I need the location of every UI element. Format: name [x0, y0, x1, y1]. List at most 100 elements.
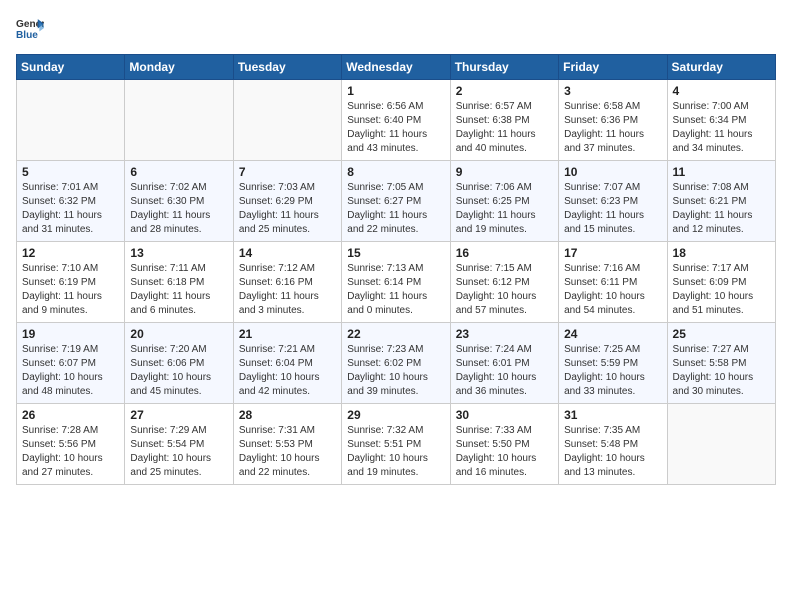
day-info: Sunrise: 7:16 AMSunset: 6:11 PMDaylight:…	[564, 262, 661, 318]
day-number: 27	[130, 408, 227, 422]
day-number: 30	[456, 408, 553, 422]
day-number: 17	[564, 246, 661, 260]
day-of-week-header: Monday	[125, 55, 233, 80]
day-number: 14	[239, 246, 336, 260]
day-info: Sunrise: 7:29 AMSunset: 5:54 PMDaylight:…	[130, 424, 227, 480]
calendar-cell: 5 Sunrise: 7:01 AMSunset: 6:32 PMDaylight…	[17, 161, 125, 242]
calendar-cell: 30Sunrise: 7:33 AMSunset: 5:50 PMDayligh…	[450, 404, 558, 485]
day-number: 9	[456, 165, 553, 179]
calendar-cell: 4 Sunrise: 7:00 AMSunset: 6:34 PMDaylight…	[667, 80, 775, 161]
day-info: Sunrise: 7:27 AMSunset: 5:58 PMDaylight:…	[673, 343, 770, 399]
day-info: Sunrise: 7:17 AMSunset: 6:09 PMDaylight:…	[673, 262, 770, 318]
day-info: Sunrise: 7:31 AMSunset: 5:53 PMDaylight:…	[239, 424, 336, 480]
calendar-cell	[667, 404, 775, 485]
calendar-cell: 21 Sunrise: 7:21 AMSunset: 6:04 PMDayligh…	[233, 323, 341, 404]
day-number: 7	[239, 165, 336, 179]
calendar-cell: 17 Sunrise: 7:16 AMSunset: 6:11 PMDayligh…	[559, 242, 667, 323]
day-info: Sunrise: 7:20 AMSunset: 6:06 PMDaylight:…	[130, 343, 227, 399]
day-info: Sunrise: 7:07 AMSunset: 6:23 PMDaylight:…	[564, 181, 661, 237]
day-info: Sunrise: 7:35 AMSunset: 5:48 PMDaylight:…	[564, 424, 661, 480]
day-info: Sunrise: 7:08 AMSunset: 6:21 PMDaylight:…	[673, 181, 770, 237]
calendar-cell: 16 Sunrise: 7:15 AMSunset: 6:12 PMDayligh…	[450, 242, 558, 323]
day-number: 13	[130, 246, 227, 260]
day-number: 12	[22, 246, 119, 260]
calendar-cell	[17, 80, 125, 161]
calendar-cell	[125, 80, 233, 161]
calendar-cell: 26Sunrise: 7:28 AMSunset: 5:56 PMDayligh…	[17, 404, 125, 485]
logo: General Blue	[16, 16, 44, 44]
day-info: Sunrise: 7:02 AMSunset: 6:30 PMDaylight:…	[130, 181, 227, 237]
calendar-cell: 8 Sunrise: 7:05 AMSunset: 6:27 PMDaylight…	[342, 161, 450, 242]
day-number: 31	[564, 408, 661, 422]
day-of-week-header: Thursday	[450, 55, 558, 80]
calendar-cell: 29 Sunrise: 7:32 AMSunset: 5:51 PMDayligh…	[342, 404, 450, 485]
day-number: 8	[347, 165, 444, 179]
day-info: Sunrise: 7:28 AMSunset: 5:56 PMDaylight:…	[22, 424, 119, 480]
calendar-cell	[233, 80, 341, 161]
calendar-cell: 27 Sunrise: 7:29 AMSunset: 5:54 PMDayligh…	[125, 404, 233, 485]
day-number: 22	[347, 327, 444, 341]
calendar-cell: 23 Sunrise: 7:24 AMSunset: 6:01 PMDayligh…	[450, 323, 558, 404]
day-info: Sunrise: 7:12 AMSunset: 6:16 PMDaylight:…	[239, 262, 336, 318]
day-info: Sunrise: 7:23 AMSunset: 6:02 PMDaylight:…	[347, 343, 444, 399]
day-info: Sunrise: 7:01 AMSunset: 6:32 PMDaylight:…	[22, 181, 119, 237]
calendar-cell: 10Sunrise: 7:07 AMSunset: 6:23 PMDayligh…	[559, 161, 667, 242]
day-of-week-header: Saturday	[667, 55, 775, 80]
day-info: Sunrise: 6:56 AMSunset: 6:40 PMDaylight:…	[347, 100, 444, 156]
day-number: 28	[239, 408, 336, 422]
calendar-table: SundayMondayTuesdayWednesdayThursdayFrid…	[16, 54, 776, 485]
day-info: Sunrise: 7:05 AMSunset: 6:27 PMDaylight:…	[347, 181, 444, 237]
day-number: 24	[564, 327, 661, 341]
day-of-week-header: Tuesday	[233, 55, 341, 80]
day-number: 23	[456, 327, 553, 341]
calendar-cell: 31 Sunrise: 7:35 AMSunset: 5:48 PMDayligh…	[559, 404, 667, 485]
day-number: 4	[673, 84, 770, 98]
calendar-cell: 11 Sunrise: 7:08 AMSunset: 6:21 PMDayligh…	[667, 161, 775, 242]
svg-text:Blue: Blue	[16, 30, 38, 41]
day-number: 19	[22, 327, 119, 341]
calendar-cell: 1Sunrise: 6:56 AMSunset: 6:40 PMDaylight…	[342, 80, 450, 161]
day-info: Sunrise: 7:10 AMSunset: 6:19 PMDaylight:…	[22, 262, 119, 318]
day-info: Sunrise: 7:21 AMSunset: 6:04 PMDaylight:…	[239, 343, 336, 399]
day-info: Sunrise: 7:24 AMSunset: 6:01 PMDaylight:…	[456, 343, 553, 399]
day-info: Sunrise: 6:58 AMSunset: 6:36 PMDaylight:…	[564, 100, 661, 156]
calendar-cell: 9 Sunrise: 7:06 AMSunset: 6:25 PMDaylight…	[450, 161, 558, 242]
day-info: Sunrise: 7:00 AMSunset: 6:34 PMDaylight:…	[673, 100, 770, 156]
day-number: 15	[347, 246, 444, 260]
day-info: Sunrise: 7:32 AMSunset: 5:51 PMDaylight:…	[347, 424, 444, 480]
calendar-cell: 25 Sunrise: 7:27 AMSunset: 5:58 PMDayligh…	[667, 323, 775, 404]
calendar-cell: 15Sunrise: 7:13 AMSunset: 6:14 PMDayligh…	[342, 242, 450, 323]
calendar-cell: 6Sunrise: 7:02 AMSunset: 6:30 PMDaylight…	[125, 161, 233, 242]
day-info: Sunrise: 7:19 AMSunset: 6:07 PMDaylight:…	[22, 343, 119, 399]
day-number: 29	[347, 408, 444, 422]
calendar-cell: 3 Sunrise: 6:58 AMSunset: 6:36 PMDaylight…	[559, 80, 667, 161]
day-number: 5	[22, 165, 119, 179]
calendar-header-row: SundayMondayTuesdayWednesdayThursdayFrid…	[17, 55, 776, 80]
calendar-cell: 28 Sunrise: 7:31 AMSunset: 5:53 PMDayligh…	[233, 404, 341, 485]
day-number: 3	[564, 84, 661, 98]
calendar-cell: 18Sunrise: 7:17 AMSunset: 6:09 PMDayligh…	[667, 242, 775, 323]
day-of-week-header: Sunday	[17, 55, 125, 80]
calendar-cell: 20Sunrise: 7:20 AMSunset: 6:06 PMDayligh…	[125, 323, 233, 404]
day-info: Sunrise: 6:57 AMSunset: 6:38 PMDaylight:…	[456, 100, 553, 156]
calendar-cell: 13 Sunrise: 7:11 AMSunset: 6:18 PMDayligh…	[125, 242, 233, 323]
calendar-cell: 14 Sunrise: 7:12 AMSunset: 6:16 PMDayligh…	[233, 242, 341, 323]
calendar-week-row: 12 Sunrise: 7:10 AMSunset: 6:19 PMDayligh…	[17, 242, 776, 323]
calendar-cell: 7 Sunrise: 7:03 AMSunset: 6:29 PMDaylight…	[233, 161, 341, 242]
day-info: Sunrise: 7:03 AMSunset: 6:29 PMDaylight:…	[239, 181, 336, 237]
day-number: 25	[673, 327, 770, 341]
day-info: Sunrise: 7:06 AMSunset: 6:25 PMDaylight:…	[456, 181, 553, 237]
calendar-cell: 24 Sunrise: 7:25 AMSunset: 5:59 PMDayligh…	[559, 323, 667, 404]
calendar-cell: 19 Sunrise: 7:19 AMSunset: 6:07 PMDayligh…	[17, 323, 125, 404]
logo-icon: General Blue	[16, 16, 44, 44]
day-info: Sunrise: 7:25 AMSunset: 5:59 PMDaylight:…	[564, 343, 661, 399]
calendar-cell: 2Sunrise: 6:57 AMSunset: 6:38 PMDaylight…	[450, 80, 558, 161]
day-info: Sunrise: 7:11 AMSunset: 6:18 PMDaylight:…	[130, 262, 227, 318]
calendar-cell: 12 Sunrise: 7:10 AMSunset: 6:19 PMDayligh…	[17, 242, 125, 323]
day-number: 16	[456, 246, 553, 260]
calendar-week-row: 26Sunrise: 7:28 AMSunset: 5:56 PMDayligh…	[17, 404, 776, 485]
day-info: Sunrise: 7:15 AMSunset: 6:12 PMDaylight:…	[456, 262, 553, 318]
day-of-week-header: Wednesday	[342, 55, 450, 80]
day-number: 21	[239, 327, 336, 341]
day-number: 11	[673, 165, 770, 179]
